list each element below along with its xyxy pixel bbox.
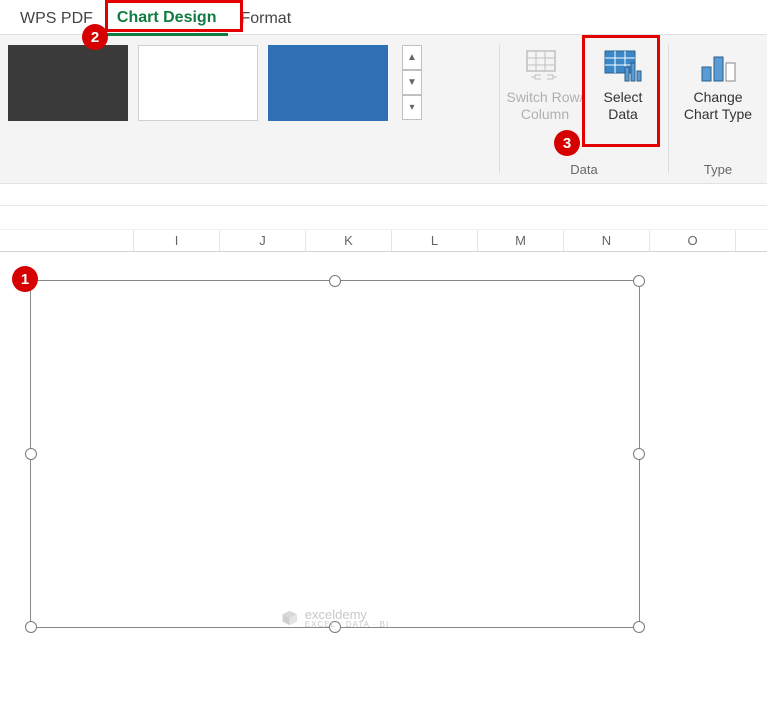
select-data-label-1: Select (604, 89, 643, 105)
gallery-expand[interactable]: ▾ (402, 95, 422, 120)
resize-handle-tc[interactable] (329, 275, 341, 287)
select-data-button[interactable]: SelectData (584, 41, 662, 127)
ribbon-group-data: Switch Row/Column SelectData Data (500, 35, 668, 183)
resize-handle-mr[interactable] (633, 448, 645, 460)
chart-style-thumb-light[interactable] (138, 45, 258, 121)
col-hdr-M[interactable]: M (478, 230, 564, 251)
switch-row-column-button: Switch Row/Column (506, 41, 584, 127)
resize-handle-ml[interactable] (25, 448, 37, 460)
chart-style-thumb-blue[interactable] (268, 45, 388, 121)
select-data-icon (603, 49, 643, 85)
worksheet-canvas[interactable]: exceldemy EXCEL · DATA · BI 1 (0, 252, 767, 722)
col-hdr-K[interactable]: K (306, 230, 392, 251)
change-type-label-1: Change (693, 89, 742, 105)
select-data-label-2: Data (608, 106, 638, 122)
watermark-cube-icon (281, 609, 299, 627)
step-badge-1: 1 (12, 266, 38, 292)
chart-styles-gallery: ▲ ▼ ▾ (0, 35, 426, 183)
column-headers: I J K L M N O (0, 230, 767, 252)
resize-handle-tr[interactable] (633, 275, 645, 287)
ribbon-group-type: ChangeChart Type Type (669, 35, 767, 183)
switch-row-column-icon (525, 49, 565, 85)
ribbon-body: ▲ ▼ ▾ Switch Row/Column (0, 34, 767, 184)
switch-row-label-1: Switch Row/ (506, 89, 583, 105)
gallery-scroll: ▲ ▼ ▾ (402, 45, 422, 120)
gallery-scroll-down[interactable]: ▼ (402, 70, 422, 95)
change-chart-type-icon (698, 49, 738, 85)
step-badge-3: 3 (554, 130, 580, 156)
resize-handle-br[interactable] (633, 621, 645, 633)
chart-style-thumb-dark[interactable] (8, 45, 128, 121)
col-hdr-L[interactable]: L (392, 230, 478, 251)
watermark: exceldemy EXCEL · DATA · BI (281, 607, 389, 629)
col-hdr-N[interactable]: N (564, 230, 650, 251)
chart-object[interactable]: exceldemy EXCEL · DATA · BI (30, 280, 640, 628)
change-chart-type-button[interactable]: ChangeChart Type (675, 41, 761, 127)
ribbon-tabs: WPS PDF Chart Design Format (0, 0, 767, 34)
switch-row-label-2: Column (521, 106, 569, 122)
watermark-tagline: EXCEL · DATA · BI (305, 620, 389, 629)
step-badge-2: 2 (82, 24, 108, 50)
col-hdr-I[interactable]: I (134, 230, 220, 251)
change-type-label-2: Chart Type (684, 106, 752, 122)
col-hdr-blank[interactable] (0, 230, 134, 251)
tab-format[interactable]: Format (228, 4, 303, 34)
tab-chart-design[interactable]: Chart Design (105, 3, 229, 36)
formula-bar-strip (0, 184, 767, 206)
gallery-scroll-up[interactable]: ▲ (402, 45, 422, 70)
group-label-data: Data (570, 162, 597, 181)
resize-handle-bl[interactable] (25, 621, 37, 633)
col-hdr-O[interactable]: O (650, 230, 736, 251)
group-label-type: Type (704, 162, 732, 181)
col-hdr-J[interactable]: J (220, 230, 306, 251)
